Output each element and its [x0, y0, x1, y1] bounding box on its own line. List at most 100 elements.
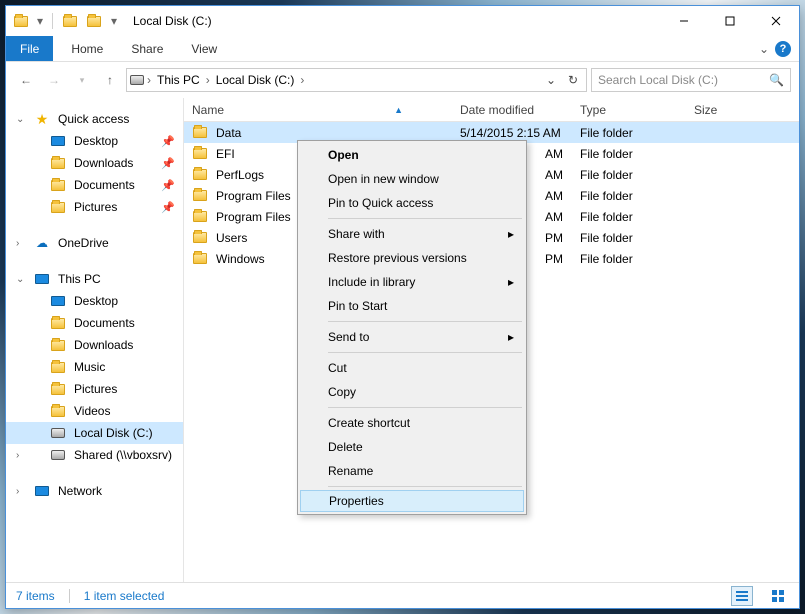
nav-qa-desktop[interactable]: Desktop 📌 [6, 130, 183, 152]
desktop-icon [50, 293, 66, 309]
navigation-pane[interactable]: ⌄ ★ Quick access Desktop 📌 Downloads 📌 D… [6, 98, 184, 582]
separator [328, 218, 522, 219]
nav-label: Documents [74, 316, 135, 330]
large-icons-view-button[interactable] [767, 586, 789, 606]
file-type: File folder [572, 147, 686, 161]
file-type: File folder [572, 168, 686, 182]
breadcrumb[interactable]: Local Disk (C:) [212, 73, 299, 87]
nav-label: OneDrive [58, 236, 109, 250]
qat-customize-dropdown[interactable]: ▾ [107, 10, 121, 32]
details-view-button[interactable] [731, 586, 753, 606]
column-header-date[interactable]: Date modified [452, 103, 572, 117]
nav-pc-desktop[interactable]: Desktop [6, 290, 183, 312]
column-header-name[interactable]: Name ▲ [184, 103, 452, 117]
explorer-window: ▾ ▾ Local Disk (C:) File Home Share View… [5, 5, 800, 609]
file-type: File folder [572, 252, 686, 266]
nav-label: Documents [74, 178, 135, 192]
tab-home[interactable]: Home [57, 36, 117, 61]
folder-icon [192, 188, 208, 204]
nav-pc-documents[interactable]: Documents [6, 312, 183, 334]
search-placeholder: Search Local Disk (C:) [598, 73, 718, 87]
ctx-copy[interactable]: Copy [300, 380, 524, 404]
up-button[interactable]: ↑ [98, 68, 122, 92]
column-header-size[interactable]: Size [686, 103, 799, 117]
ctx-delete[interactable]: Delete [300, 435, 524, 459]
tab-share[interactable]: Share [117, 36, 177, 61]
ctx-pin-quick-access[interactable]: Pin to Quick access [300, 191, 524, 215]
column-headers: Name ▲ Date modified Type Size [184, 98, 799, 122]
pin-icon: 📌 [161, 135, 175, 148]
ctx-send-to[interactable]: Send to▸ [300, 325, 524, 349]
help-button[interactable]: ? [775, 41, 791, 57]
chevron-down-icon[interactable]: ⌄ [16, 274, 24, 285]
tab-view[interactable]: View [177, 36, 231, 61]
nav-network[interactable]: › Network [6, 480, 183, 502]
nav-quick-access[interactable]: ⌄ ★ Quick access [6, 108, 183, 130]
nav-pc-pictures[interactable]: Pictures [6, 378, 183, 400]
chevron-right-icon[interactable]: › [16, 450, 19, 461]
downloads-icon [50, 337, 66, 353]
ctx-label: Share with [328, 227, 385, 241]
ctx-share-with[interactable]: Share with▸ [300, 222, 524, 246]
ctx-create-shortcut[interactable]: Create shortcut [300, 411, 524, 435]
ctx-open[interactable]: Open [300, 143, 524, 167]
nav-pc-local-disk[interactable]: Local Disk (C:) [6, 422, 183, 444]
ctx-properties[interactable]: Properties [300, 490, 524, 512]
forward-button[interactable]: → [42, 68, 66, 92]
expand-ribbon-button[interactable]: ⌄ [759, 42, 769, 56]
window-title: Local Disk (C:) [133, 14, 212, 28]
nav-pc-videos[interactable]: Videos [6, 400, 183, 422]
nav-pc-music[interactable]: Music [6, 356, 183, 378]
ctx-cut[interactable]: Cut [300, 356, 524, 380]
back-button[interactable]: ← [14, 68, 38, 92]
explorer-icon[interactable] [10, 10, 32, 32]
ctx-rename[interactable]: Rename [300, 459, 524, 483]
close-button[interactable] [753, 7, 799, 35]
search-input[interactable]: Search Local Disk (C:) 🔍 [591, 68, 791, 92]
ctx-label: Send to [328, 330, 369, 344]
ctx-open-new-window[interactable]: Open in new window [300, 167, 524, 191]
separator [328, 486, 522, 487]
nav-pc-downloads[interactable]: Downloads [6, 334, 183, 356]
recent-locations-button[interactable]: ▾ [70, 68, 94, 92]
tab-file[interactable]: File [6, 36, 53, 61]
chevron-right-icon[interactable]: › [16, 238, 19, 249]
chevron-down-icon[interactable]: ⌄ [16, 114, 24, 125]
star-icon: ★ [34, 111, 50, 127]
nav-this-pc[interactable]: ⌄ This PC [6, 268, 183, 290]
chevron-right-icon[interactable]: › [298, 73, 306, 87]
chevron-right-icon: ▸ [508, 275, 514, 289]
ctx-pin-start[interactable]: Pin to Start [300, 294, 524, 318]
column-header-type[interactable]: Type [572, 103, 686, 117]
nav-onedrive[interactable]: › ☁ OneDrive [6, 232, 183, 254]
file-type: File folder [572, 231, 686, 245]
address-bar[interactable]: › This PC › Local Disk (C:) › ⌄ ↻ [126, 68, 587, 92]
nav-qa-pictures[interactable]: Pictures 📌 [6, 196, 183, 218]
music-icon [50, 359, 66, 375]
nav-pc-shared[interactable]: ›Shared (\\vboxsrv) [6, 444, 183, 466]
minimize-button[interactable] [661, 7, 707, 35]
file-type: File folder [572, 189, 686, 203]
pin-icon: 📌 [161, 157, 175, 170]
chevron-right-icon[interactable]: › [204, 73, 212, 87]
properties-icon[interactable] [59, 10, 81, 32]
nav-qa-documents[interactable]: Documents 📌 [6, 174, 183, 196]
ctx-restore-versions[interactable]: Restore previous versions [300, 246, 524, 270]
chevron-right-icon[interactable]: › [145, 73, 153, 87]
breadcrumb[interactable]: This PC [153, 73, 204, 87]
refresh-button[interactable]: ↻ [562, 69, 584, 91]
address-dropdown-button[interactable]: ⌄ [540, 69, 562, 91]
pictures-icon [50, 199, 66, 215]
ctx-include-library[interactable]: Include in library▸ [300, 270, 524, 294]
file-name: EFI [216, 147, 235, 161]
maximize-button[interactable] [707, 7, 753, 35]
nav-label: This PC [58, 272, 101, 286]
separator [328, 352, 522, 353]
titlebar: ▾ ▾ Local Disk (C:) [6, 6, 799, 36]
nav-label: Downloads [74, 338, 133, 352]
new-folder-icon[interactable] [83, 10, 105, 32]
file-type: File folder [572, 210, 686, 224]
qat-dropdown[interactable]: ▾ [34, 10, 46, 32]
nav-qa-downloads[interactable]: Downloads 📌 [6, 152, 183, 174]
chevron-right-icon[interactable]: › [16, 486, 19, 497]
